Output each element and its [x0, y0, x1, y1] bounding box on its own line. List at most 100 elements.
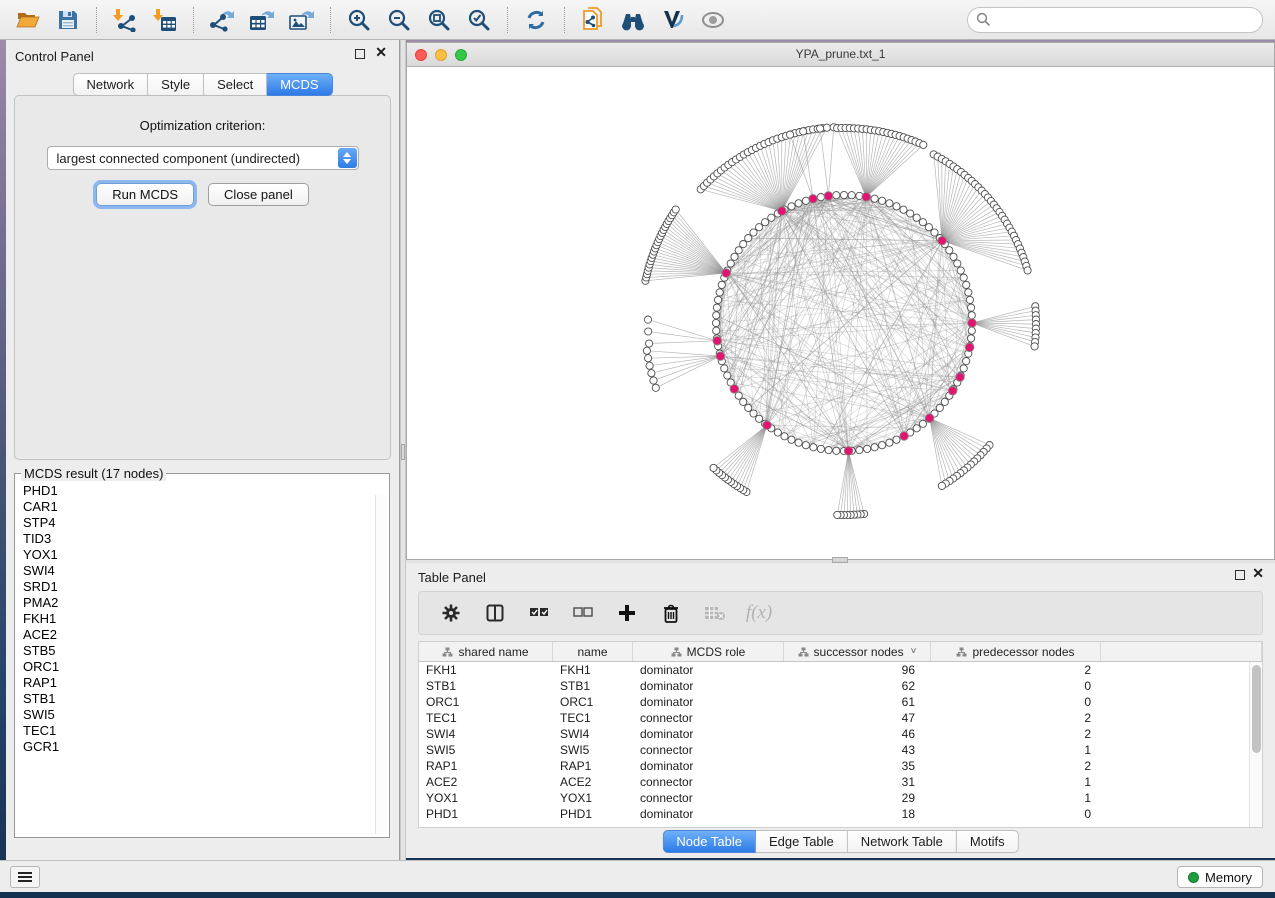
column-header-name[interactable]: name [553, 642, 633, 661]
mcds-result-item[interactable]: TEC1 [23, 723, 389, 739]
table-row[interactable]: SWI4 SWI4 dominator 46 2 [419, 726, 1262, 742]
graph-node[interactable] [963, 358, 970, 365]
mcds-result-item[interactable]: CAR1 [23, 499, 389, 515]
graph-leaf-node[interactable] [648, 370, 655, 377]
graph-node[interactable] [968, 304, 975, 311]
zoom-out-button[interactable] [379, 4, 419, 36]
graph-node[interactable] [913, 214, 920, 221]
graph-node[interactable] [817, 445, 824, 452]
graph-hub-node[interactable] [968, 319, 977, 328]
graph-node[interactable] [879, 197, 886, 204]
table-row[interactable]: FKH1 FKH1 dominator 96 2 [419, 662, 1262, 678]
graph-node[interactable] [871, 444, 878, 451]
graph-node[interactable] [713, 327, 720, 334]
graph-leaf-node[interactable] [646, 362, 653, 369]
delete-table-button[interactable] [703, 601, 727, 625]
table-row[interactable]: STB1 STB1 dominator 62 0 [419, 678, 1262, 694]
network-graph[interactable] [407, 67, 1274, 559]
graph-node[interactable] [893, 436, 900, 443]
graph-node[interactable] [960, 274, 967, 281]
graph-node[interactable] [965, 289, 972, 296]
run-mcds-button[interactable]: Run MCDS [96, 183, 194, 206]
search-binoculars-button[interactable] [613, 4, 653, 36]
graph-node[interactable] [957, 267, 964, 274]
graph-node[interactable] [731, 253, 738, 260]
graph-node[interactable] [919, 420, 926, 427]
mcds-result-item[interactable]: SWI5 [23, 707, 389, 723]
select-all-button[interactable] [527, 601, 551, 625]
vertical-split-handle[interactable] [401, 444, 405, 460]
network-canvas[interactable] [407, 67, 1274, 559]
export-network-button[interactable] [202, 4, 242, 36]
graph-leaf-node[interactable] [650, 377, 657, 384]
graph-node[interactable] [954, 260, 961, 267]
graph-hub-node[interactable] [948, 387, 957, 396]
float-panel-icon[interactable] [355, 49, 365, 59]
refresh-network-button[interactable] [516, 4, 556, 36]
graph-node[interactable] [817, 194, 824, 201]
table-row[interactable]: RAP1 RAP1 dominator 35 2 [419, 758, 1262, 774]
mcds-result-item[interactable]: STP4 [23, 515, 389, 531]
graph-node[interactable] [856, 447, 863, 454]
deselect-all-button[interactable] [571, 601, 595, 625]
graph-hub-node[interactable] [824, 192, 833, 201]
graph-leaf-node[interactable] [800, 128, 807, 135]
mcds-result-item[interactable]: YOX1 [23, 547, 389, 563]
graph-node[interactable] [781, 433, 788, 440]
graph-hub-node[interactable] [716, 352, 725, 361]
graph-node[interactable] [825, 447, 832, 454]
graph-node[interactable] [968, 312, 975, 319]
zoom-fit-button[interactable] [419, 4, 459, 36]
graph-hub-node[interactable] [763, 421, 772, 430]
graph-node[interactable] [750, 410, 757, 417]
graph-node[interactable] [950, 253, 957, 260]
graph-node[interactable] [931, 229, 938, 236]
delete-column-button[interactable] [659, 601, 683, 625]
graph-node[interactable] [715, 296, 722, 303]
graph-node[interactable] [833, 447, 840, 454]
graph-node[interactable] [756, 224, 763, 231]
graph-node[interactable] [864, 445, 871, 452]
graph-node[interactable] [871, 195, 878, 202]
graph-node[interactable] [840, 191, 847, 198]
window-close-icon[interactable] [415, 49, 427, 61]
graph-node[interactable] [788, 203, 795, 210]
graph-node[interactable] [756, 415, 763, 422]
mcds-result-item[interactable]: FKH1 [23, 611, 389, 627]
graph-node[interactable] [848, 192, 855, 199]
table-row[interactable]: SWI5 SWI5 connector 43 1 [419, 742, 1262, 758]
graph-node[interactable] [960, 365, 967, 372]
graph-node[interactable] [900, 206, 907, 213]
graph-node[interactable] [941, 398, 948, 405]
mcds-result-item[interactable]: RAP1 [23, 675, 389, 691]
mcds-result-item[interactable]: SWI4 [23, 563, 389, 579]
graph-hub-node[interactable] [730, 385, 739, 394]
graph-leaf-node[interactable] [1031, 343, 1038, 350]
tab-mcds[interactable]: MCDS [267, 73, 332, 96]
graph-node[interactable] [750, 229, 757, 236]
add-column-button[interactable] [615, 601, 639, 625]
graph-node[interactable] [735, 247, 742, 254]
window-minimize-icon[interactable] [435, 49, 447, 61]
criterion-select[interactable]: largest connected component (undirected) [47, 146, 359, 170]
graph-node[interactable] [925, 224, 932, 231]
graph-leaf-node[interactable] [646, 340, 653, 347]
graph-node[interactable] [907, 210, 914, 217]
table-row[interactable]: ACE2 ACE2 connector 31 1 [419, 774, 1262, 790]
close-table-panel-icon[interactable]: ✕ [1252, 568, 1264, 578]
graph-node[interactable] [727, 260, 734, 267]
mcds-result-item[interactable]: GCR1 [23, 739, 389, 755]
graph-node[interactable] [745, 235, 752, 242]
graph-hub-node[interactable] [844, 447, 853, 456]
table-settings-button[interactable] [439, 601, 463, 625]
close-panel-icon[interactable]: ✕ [375, 47, 387, 57]
graph-hub-node[interactable] [965, 343, 974, 352]
tab-style[interactable]: Style [148, 73, 204, 96]
graph-leaf-node[interactable] [645, 328, 652, 335]
window-maximize-icon[interactable] [455, 49, 467, 61]
graph-node[interactable] [724, 372, 731, 379]
graph-node[interactable] [768, 214, 775, 221]
graph-node[interactable] [936, 404, 943, 411]
zoom-in-button[interactable] [339, 4, 379, 36]
graph-leaf-node[interactable] [920, 141, 927, 148]
